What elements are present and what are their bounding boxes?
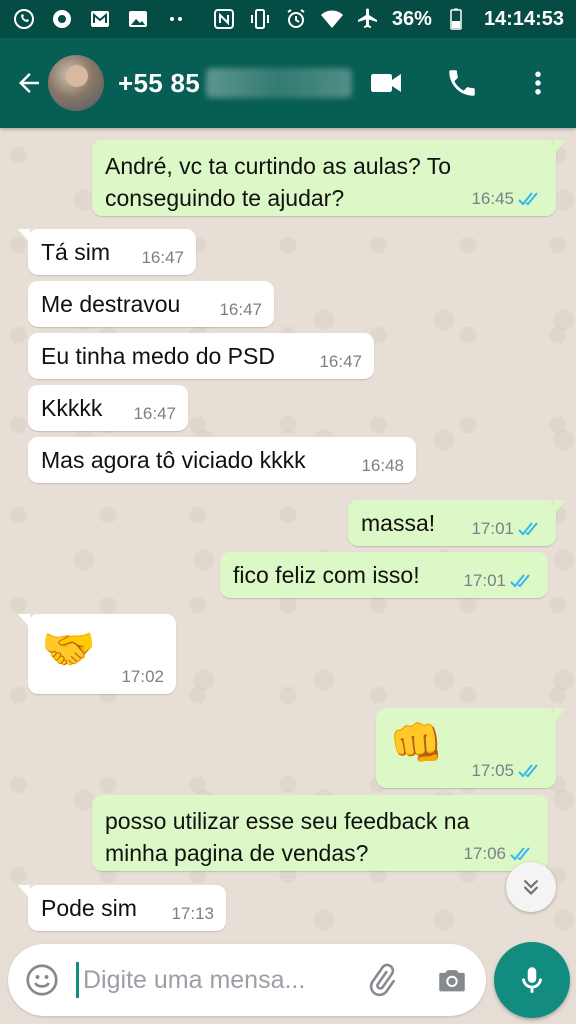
- video-call-icon: [371, 74, 401, 92]
- phone-icon: [449, 70, 475, 96]
- message-time: 16:47: [219, 300, 262, 319]
- read-ticks-icon: [518, 192, 538, 206]
- whatsapp-icon: [12, 7, 36, 31]
- dots-icon: [164, 7, 188, 31]
- message-bubble-incoming[interactable]: Kkkkk 16:47: [28, 385, 188, 431]
- message-bubble-incoming[interactable]: Mas agora tô viciado kkkk 16:48: [28, 437, 416, 483]
- nfc-icon: [212, 7, 236, 31]
- battery-icon: [444, 7, 468, 31]
- message-bubble-incoming[interactable]: Me destravou 16:47: [28, 281, 274, 327]
- message-text: André, vc ta curtindo as aulas? To: [105, 153, 452, 179]
- blurred-phone-number: [206, 68, 353, 98]
- chat-header: +55 85: [0, 38, 576, 128]
- message-time: 16:45: [471, 189, 514, 208]
- read-ticks-icon: [518, 764, 538, 778]
- back-button[interactable]: [12, 66, 46, 100]
- microphone-icon: [522, 967, 542, 993]
- message-input[interactable]: [76, 962, 350, 998]
- read-ticks-icon: [510, 574, 530, 588]
- vibrate-icon: [248, 7, 272, 31]
- voice-call-button[interactable]: [444, 65, 480, 101]
- chat-area[interactable]: André, vc ta curtindo as aulas? To conse…: [0, 128, 576, 940]
- wifi-icon: [320, 7, 344, 31]
- message-bubble-incoming[interactable]: Tá sim 16:47: [18, 229, 196, 275]
- message-composer: [8, 944, 486, 1016]
- video-call-button[interactable]: [368, 65, 404, 101]
- read-ticks-icon: [518, 522, 538, 536]
- message-time: 17:01: [471, 519, 514, 538]
- camera-button[interactable]: [432, 960, 472, 1000]
- avatar[interactable]: [48, 55, 104, 111]
- message-text: Eu tinha medo do PSD: [41, 343, 275, 369]
- message-bubble-outgoing[interactable]: 👊 17:05: [376, 708, 566, 788]
- message-bubble-incoming[interactable]: Pode sim 17:13: [18, 885, 226, 931]
- sync-icon: [50, 7, 74, 31]
- scroll-to-bottom-button[interactable]: [506, 862, 556, 912]
- attach-button[interactable]: [362, 960, 402, 1000]
- emoji-button[interactable]: [22, 960, 62, 1000]
- message-bubble-incoming[interactable]: Eu tinha medo do PSD 16:47: [28, 333, 374, 379]
- message-time: 17:06: [463, 844, 506, 863]
- message-bubble-outgoing[interactable]: fico feliz com isso! 17:01: [220, 552, 548, 598]
- message-time: 16:48: [361, 456, 404, 475]
- image-icon: [126, 7, 150, 31]
- message-bubble-outgoing[interactable]: massa! 17:01: [348, 500, 566, 546]
- message-time: 17:01: [463, 571, 506, 590]
- airplane-icon: [356, 7, 380, 31]
- message-time: 17:13: [171, 904, 214, 923]
- mail-icon: [88, 7, 112, 31]
- message-text: Mas agora tô viciado kkkk: [41, 447, 306, 473]
- back-arrow-icon: [19, 73, 39, 93]
- message-time: 16:47: [319, 352, 362, 371]
- emoji-icon: [26, 964, 58, 996]
- status-bar: 36% 14:14:53: [0, 0, 576, 38]
- message-bubble-outgoing[interactable]: posso utilizar esse seu feedback na minh…: [92, 795, 548, 871]
- contact-name[interactable]: +55 85: [118, 67, 353, 99]
- double-chevron-down-icon: [523, 879, 539, 896]
- alarm-icon: [284, 7, 308, 31]
- more-vert-icon: [535, 71, 541, 95]
- read-ticks-icon: [510, 847, 530, 861]
- paperclip-icon: [369, 963, 396, 997]
- battery-percent: 36%: [391, 7, 432, 30]
- message-bubble-outgoing[interactable]: André, vc ta curtindo as aulas? To conse…: [92, 140, 566, 216]
- message-text: posso utilizar esse seu feedback na: [105, 808, 470, 834]
- voice-message-button[interactable]: [494, 942, 570, 1018]
- message-bubble-incoming[interactable]: 🤝 17:02: [18, 614, 176, 694]
- message-time: 16:47: [141, 248, 184, 267]
- message-time: 17:05: [471, 761, 514, 780]
- message-time: 17:02: [121, 667, 164, 686]
- status-time: 14:14:53: [483, 7, 564, 30]
- contact-phone-prefix: +55 85: [118, 67, 201, 98]
- message-time: 16:47: [133, 404, 176, 423]
- more-options-button[interactable]: [520, 65, 556, 101]
- camera-icon: [439, 970, 465, 992]
